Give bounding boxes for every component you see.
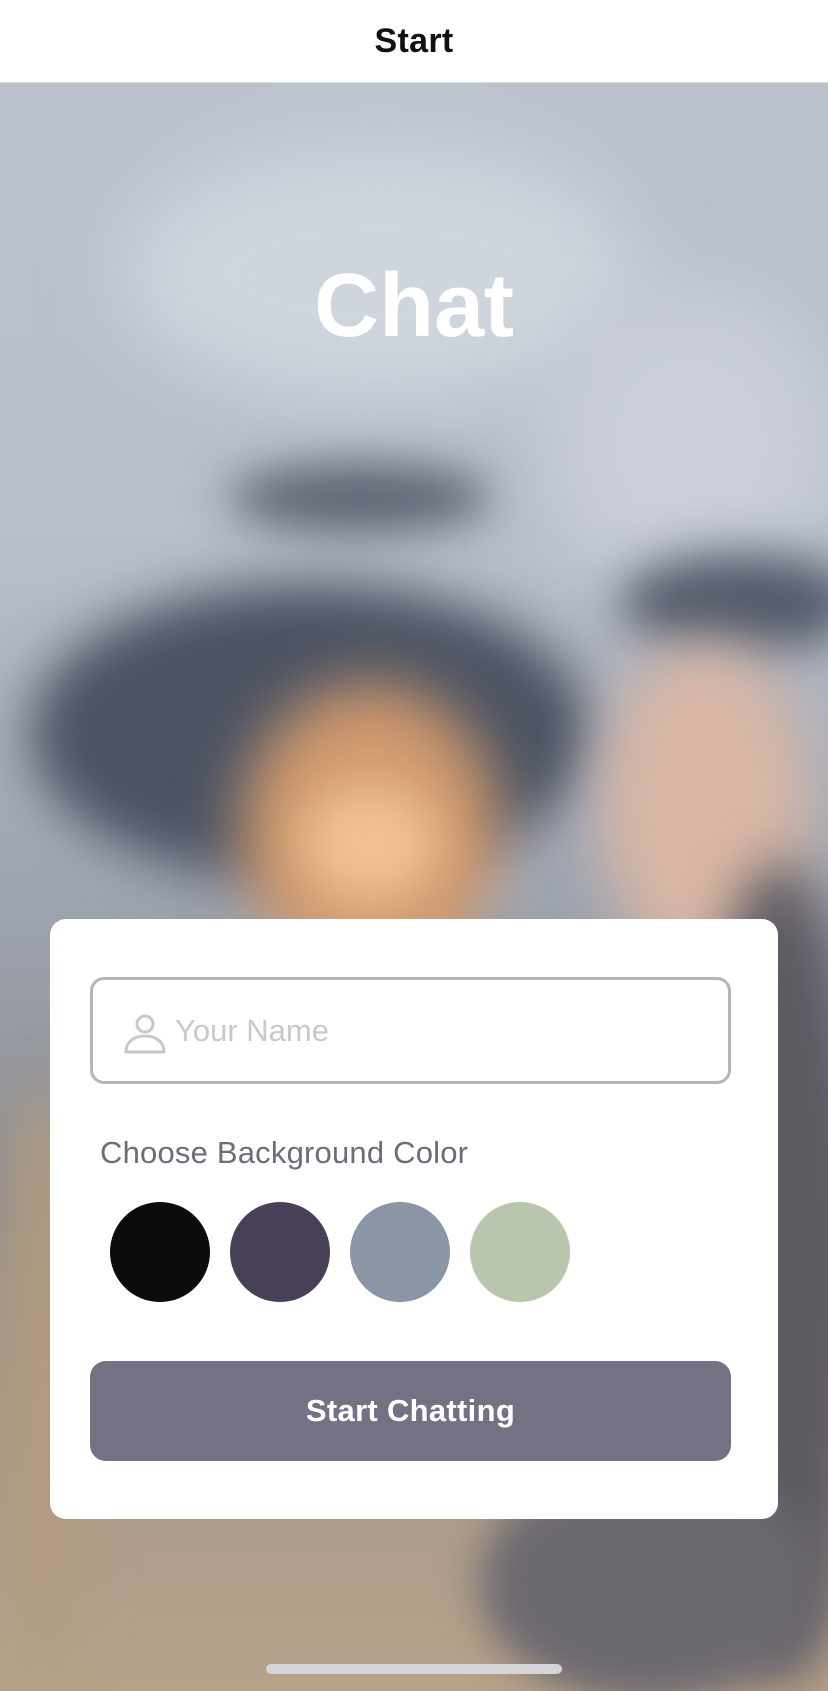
color-label: Choose Background Color <box>100 1135 469 1170</box>
app-title: Chat <box>314 256 514 356</box>
nav-title: Start <box>374 21 454 60</box>
name-field[interactable] <box>90 977 731 1084</box>
color-swatch-purple[interactable] <box>230 1202 330 1302</box>
start-chatting-button[interactable]: Start Chatting <box>90 1361 731 1461</box>
color-swatch-gray[interactable] <box>350 1202 450 1302</box>
navigation-bar: Start <box>0 0 828 83</box>
name-input[interactable] <box>175 980 715 1081</box>
start-form-card: Choose Background Color Start Chatting <box>50 919 778 1519</box>
start-chatting-label: Start Chatting <box>305 1393 516 1428</box>
person-icon <box>124 1014 166 1054</box>
home-indicator <box>266 1664 562 1674</box>
color-swatch-black[interactable] <box>110 1202 210 1302</box>
color-swatch-green[interactable] <box>470 1202 570 1302</box>
